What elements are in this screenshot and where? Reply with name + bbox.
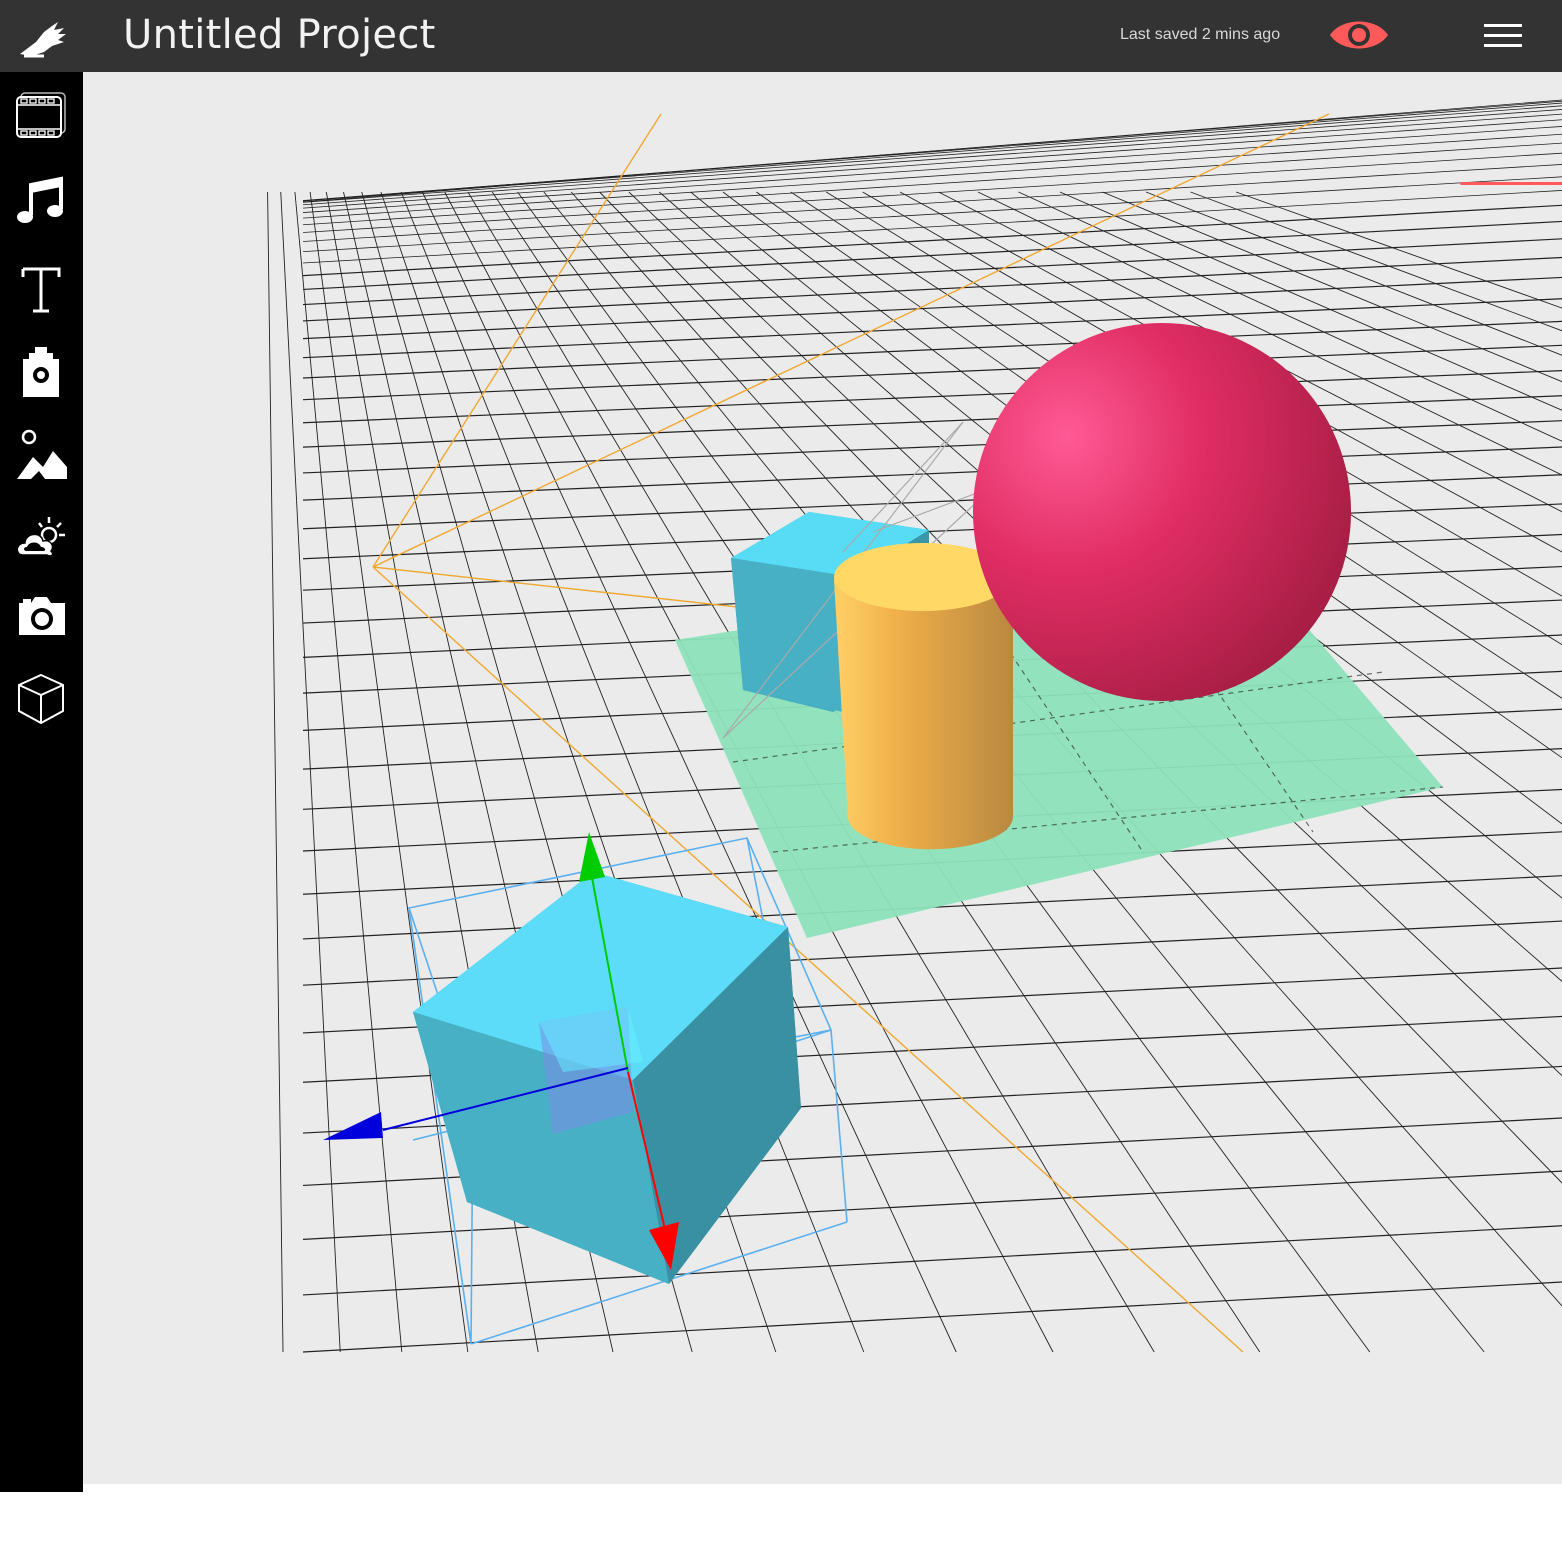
menu-button[interactable]: [1480, 18, 1526, 54]
save-status: Last saved 2 mins ago: [1120, 26, 1281, 43]
tool-objects[interactable]: [8, 664, 74, 730]
cloud-sun-icon: [16, 517, 65, 557]
scene-canvas[interactable]: [83, 72, 1562, 1484]
tool-environment[interactable]: [8, 422, 74, 488]
hamburger-menu-icon: [1484, 24, 1522, 47]
tool-lights[interactable]: [8, 338, 74, 404]
eye-icon: [1330, 21, 1388, 49]
top-bar: Untitled Project Last saved 2 mins ago: [0, 0, 1562, 72]
cylinder[interactable]: [834, 543, 1013, 850]
tool-audio[interactable]: [8, 168, 74, 234]
timeline-indicator: [1460, 182, 1562, 185]
tool-text[interactable]: [8, 256, 74, 322]
music-note-icon: [17, 176, 63, 223]
project-title[interactable]: Untitled Project: [123, 12, 436, 58]
tool-weather[interactable]: [8, 504, 74, 570]
text-icon: [21, 267, 61, 313]
camera-icon: [19, 597, 65, 635]
film-strip-icon: [16, 92, 66, 138]
gizmo-z-arrow[interactable]: [323, 1112, 383, 1140]
scene-viewport[interactable]: [83, 72, 1562, 1484]
landscape-icon: [17, 429, 67, 479]
tool-sidebar: [0, 72, 83, 1492]
sphere[interactable]: [973, 323, 1351, 701]
preview-button[interactable]: [1328, 14, 1390, 56]
lantern-icon: [23, 347, 59, 397]
tool-camera[interactable]: [8, 582, 74, 648]
hand-logo-icon[interactable]: [14, 14, 70, 60]
cube-icon: [18, 673, 64, 725]
tool-scenes[interactable]: [8, 80, 74, 146]
